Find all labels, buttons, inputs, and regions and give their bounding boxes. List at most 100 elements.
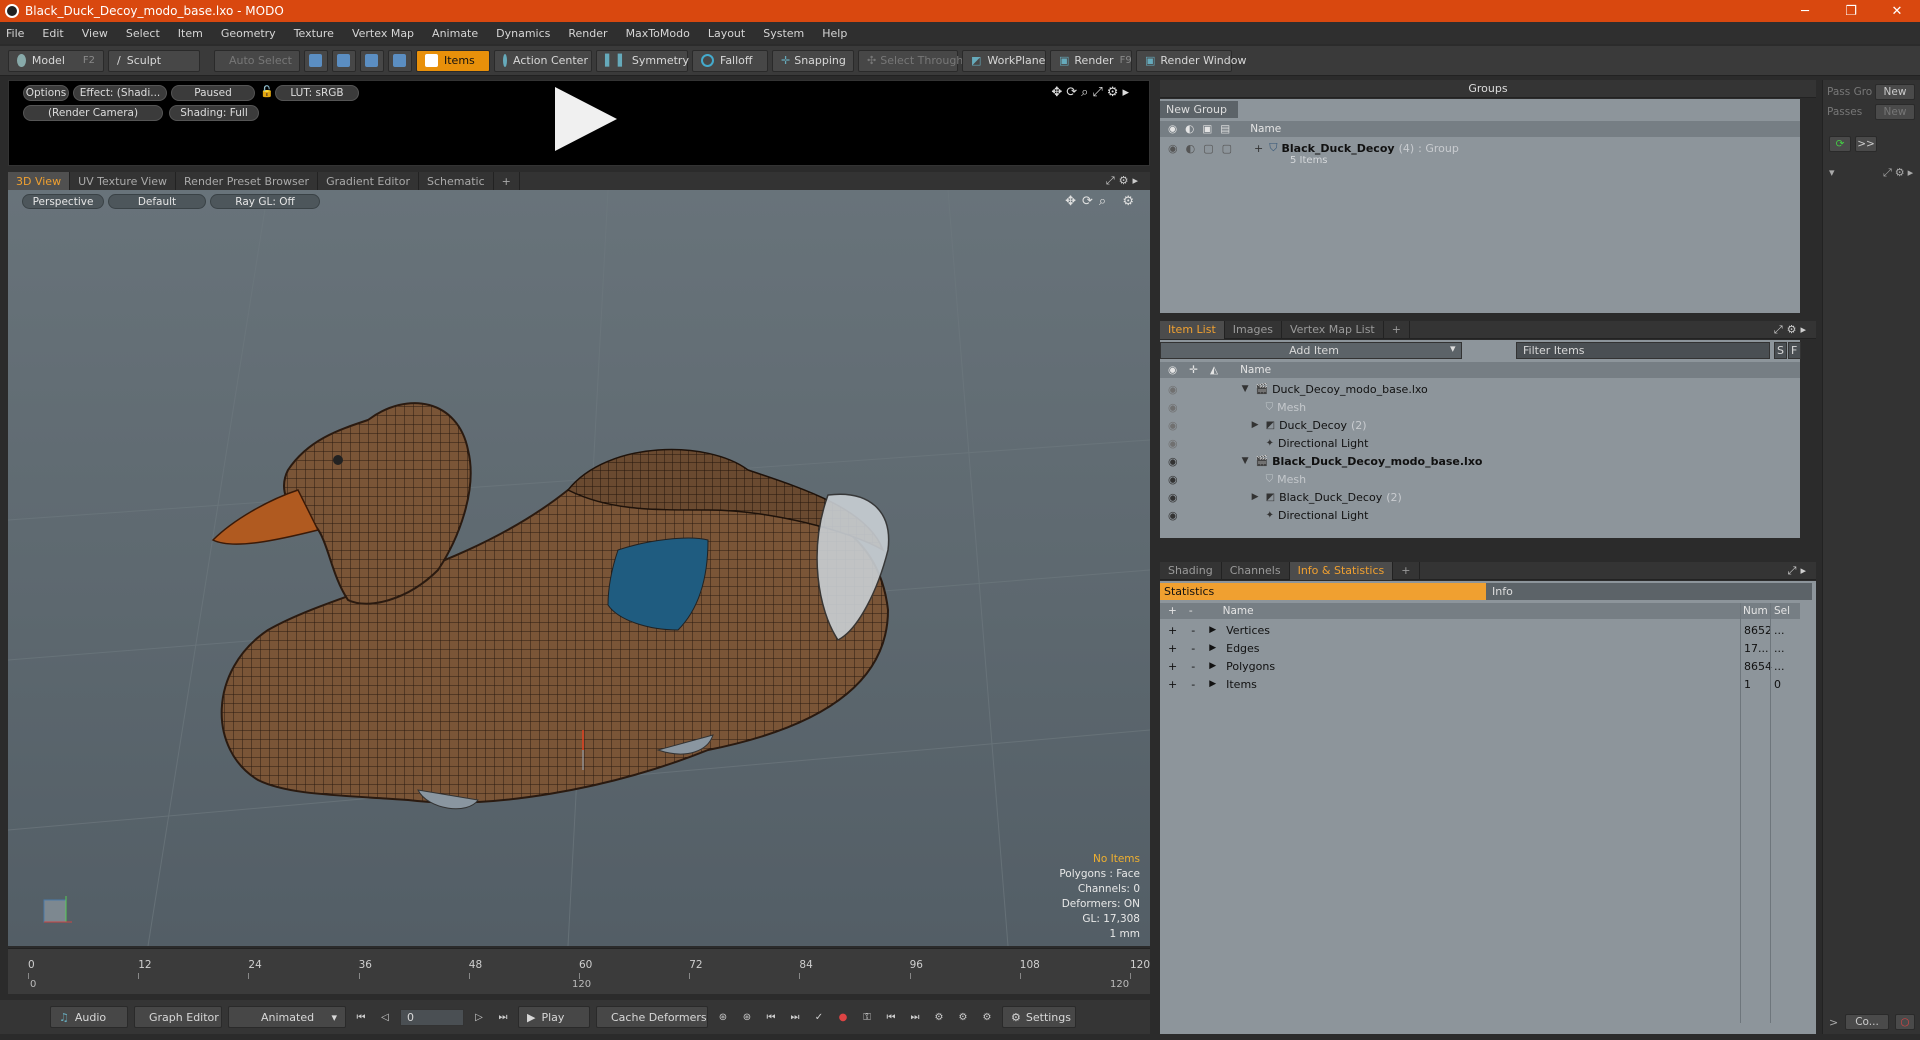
- camera-dropdown[interactable]: (Render Camera): [23, 105, 163, 121]
- statistics-tab[interactable]: Statistics: [1160, 583, 1486, 600]
- next-key-icon[interactable]: ▷: [470, 1008, 488, 1026]
- add-item-chevron-icon[interactable]: ▾: [1450, 342, 1456, 355]
- minimize-button[interactable]: ─: [1782, 4, 1828, 19]
- tab-channels[interactable]: Channels: [1222, 561, 1290, 580]
- action-center-button[interactable]: Action Center: [494, 49, 592, 72]
- close-button[interactable]: ✕: [1874, 4, 1920, 19]
- items-mode-button[interactable]: Items: [416, 49, 490, 72]
- panel-chevron-icon[interactable]: ▾: [1829, 166, 1835, 179]
- visibility-eye-icon[interactable]: ◉: [1168, 491, 1178, 504]
- select-through-button[interactable]: ✣ Select Through: [858, 49, 963, 72]
- audio-button[interactable]: ♫ Audio: [50, 1006, 128, 1028]
- viewport-nav-icons[interactable]: ✥⟳⌕ ⚙: [1065, 194, 1140, 209]
- shading-dropdown[interactable]: Shading: Full: [169, 105, 259, 121]
- animated-dropdown[interactable]: Animated ▾: [228, 1006, 346, 1028]
- first-frame-icon[interactable]: ⏮: [352, 1008, 370, 1026]
- record-icon[interactable]: ●: [834, 1008, 852, 1026]
- expand-arrow-icon[interactable]: ▼: [1242, 384, 1252, 394]
- materials-mode-button[interactable]: [388, 49, 412, 72]
- tab-gradient-editor[interactable]: Gradient Editor: [318, 172, 419, 190]
- menu-layout[interactable]: Layout: [708, 27, 745, 40]
- play-icon[interactable]: [555, 87, 617, 151]
- visibility-eye-icon[interactable]: ◉: [1168, 419, 1178, 432]
- visibility-eye-icon[interactable]: ◉: [1168, 437, 1178, 450]
- menu-file[interactable]: File: [6, 27, 24, 40]
- menu-vertex-map[interactable]: Vertex Map: [352, 27, 414, 40]
- expand-arrow-icon[interactable]: ▶: [1209, 643, 1216, 653]
- menu-animate[interactable]: Animate: [432, 27, 478, 40]
- auto-key-icon[interactable]: ✓: [810, 1008, 828, 1026]
- lock-icon[interactable]: 🔓: [260, 85, 274, 98]
- key-filter-icon[interactable]: ⚿: [858, 1008, 876, 1026]
- new-pass-group-button[interactable]: New: [1875, 84, 1915, 100]
- viewport-corner-icons[interactable]: ⤢⚙▸: [1106, 174, 1142, 188]
- expand-plus-icon[interactable]: +: [1168, 642, 1177, 655]
- item-list-row[interactable]: ◉ ▶ ◩ Duck_Decoy (2): [1160, 416, 1800, 434]
- tab-images[interactable]: Images: [1225, 320, 1282, 339]
- group-row[interactable]: ◉ ◐ ▢ ▢ + ⛉ Black_Duck_Decoy (4) : Group: [1160, 139, 1800, 157]
- expand-all-icon[interactable]: +: [1168, 605, 1177, 617]
- new-pass-button[interactable]: New: [1875, 104, 1915, 120]
- group-lock-icon[interactable]: ▢: [1203, 142, 1213, 155]
- auto-select-button[interactable]: Auto Select: [214, 49, 300, 72]
- 3d-viewport[interactable]: Perspective Default Ray GL: Off ✥⟳⌕ ⚙ No…: [8, 190, 1150, 946]
- menu-select[interactable]: Select: [126, 27, 160, 40]
- paused-toggle[interactable]: Paused: [171, 85, 255, 101]
- cache-deformers-button[interactable]: Cache Deformers: [596, 1006, 708, 1028]
- visibility-eye-icon[interactable]: ◉: [1168, 401, 1178, 414]
- tab-info-statistics[interactable]: Info & Statistics: [1289, 561, 1394, 580]
- default-dropdown[interactable]: Default: [108, 194, 206, 209]
- key-tool-icon-1[interactable]: ⊛: [714, 1008, 732, 1026]
- tab-uv-texture-view[interactable]: UV Texture View: [70, 172, 177, 190]
- item-list-row[interactable]: ◉ ✦ Directional Light: [1160, 434, 1800, 452]
- tab-3d-view[interactable]: 3D View: [8, 172, 71, 190]
- model-button[interactable]: Model F2: [8, 49, 104, 72]
- collapse-minus-icon[interactable]: -: [1191, 642, 1195, 655]
- expand-arrow-icon[interactable]: ▶: [1209, 679, 1216, 689]
- next-keyframe-icon[interactable]: ⏭: [906, 1008, 924, 1026]
- vertices-mode-button[interactable]: [304, 49, 328, 72]
- timeline-ruler[interactable]: 0 12 24 36 48 60 72 84 96 108 120: [28, 959, 1150, 979]
- item-list-row[interactable]: ◉ ▶ ◩ Black_Duck_Decoy (2): [1160, 488, 1800, 506]
- key-step-back-icon[interactable]: ⏮: [762, 1008, 780, 1026]
- menu-render[interactable]: Render: [568, 27, 607, 40]
- add-item-button[interactable]: Add Item: [1160, 342, 1462, 359]
- collapse-minus-icon[interactable]: -: [1191, 678, 1195, 691]
- polygons-mode-button[interactable]: [360, 49, 384, 72]
- key-options-icon-3[interactable]: ⚙: [978, 1008, 996, 1026]
- item-list-row[interactable]: ◉ ⛉ Mesh: [1160, 470, 1800, 488]
- menu-texture[interactable]: Texture: [294, 27, 334, 40]
- record-circle-icon[interactable]: ○: [1895, 1014, 1915, 1030]
- co-button[interactable]: Co...: [1845, 1014, 1889, 1030]
- tab-vertex-map-list[interactable]: Vertex Map List: [1282, 320, 1384, 339]
- raygl-dropdown[interactable]: Ray GL: Off: [210, 194, 320, 209]
- expand-arrow-icon[interactable]: ▶: [1252, 420, 1262, 430]
- menu-dynamics[interactable]: Dynamics: [496, 27, 550, 40]
- stats-row[interactable]: + - ▶ Edges 17......: [1160, 639, 1800, 657]
- expand-plus-icon[interactable]: +: [1168, 624, 1177, 637]
- menu-help[interactable]: Help: [822, 27, 847, 40]
- stats-row[interactable]: + - ▶ Items 1 0: [1160, 675, 1800, 693]
- add-panel-tab-button[interactable]: +: [1384, 320, 1410, 339]
- effect-dropdown[interactable]: Effect: (Shadi...: [73, 85, 167, 101]
- expand-arrow-icon[interactable]: ▼: [1242, 456, 1252, 466]
- menu-system[interactable]: System: [763, 27, 804, 40]
- timeline[interactable]: 0 12 24 36 48 60 72 84 96 108 120 0 120 120: [8, 948, 1150, 994]
- item-list-row[interactable]: ◉ ⛉ Mesh: [1160, 398, 1800, 416]
- info-tab[interactable]: Info: [1486, 583, 1812, 600]
- visibility-eye-icon[interactable]: ◉: [1168, 455, 1178, 468]
- prev-key-icon[interactable]: ◁: [376, 1008, 394, 1026]
- collapse-all-icon[interactable]: -: [1189, 605, 1193, 617]
- last-frame-icon[interactable]: ⏭: [494, 1008, 512, 1026]
- group-render-icon[interactable]: ◐: [1186, 142, 1196, 155]
- menu-view[interactable]: View: [82, 27, 108, 40]
- tab-shading[interactable]: Shading: [1160, 561, 1222, 580]
- s-button[interactable]: S: [1774, 342, 1787, 359]
- menu-item[interactable]: Item: [178, 27, 203, 40]
- workplane-button[interactable]: ◩ WorkPlane: [962, 49, 1046, 72]
- preview-nav-icons[interactable]: ✥⟳⌕⤢⚙▸: [1051, 85, 1133, 100]
- tab-item-list[interactable]: Item List: [1160, 320, 1225, 339]
- frame-input[interactable]: 0: [400, 1008, 464, 1026]
- key-options-icon-2[interactable]: ⚙: [954, 1008, 972, 1026]
- add-tab-button[interactable]: +: [494, 172, 520, 190]
